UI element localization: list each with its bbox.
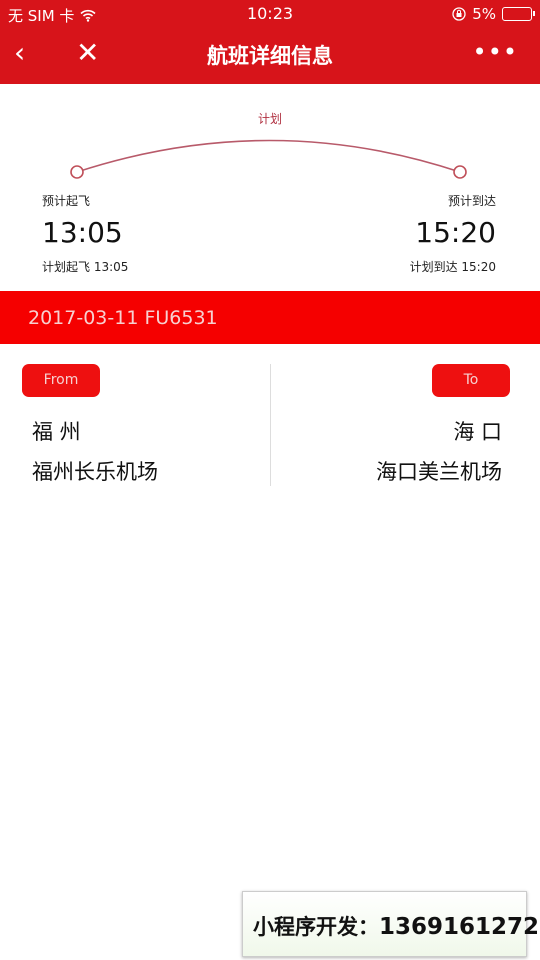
departure-label: 预计起飞 [42, 194, 91, 208]
flight-plan-panel: 计划 预计起飞 13:05 计划起飞 13:05 预计到达 15:20 计划到达… [0, 84, 540, 290]
arc-path [76, 139, 461, 173]
to-tag: To [432, 364, 510, 397]
arrival-time: 15:20 [415, 216, 496, 249]
departure-scheduled: 计划起飞 13:05 [42, 260, 129, 274]
from-airport: 福州长乐机场 [32, 460, 158, 484]
arrival-point [453, 165, 467, 179]
route-panel: From 福 州 福州长乐机场 To 海 口 海口美兰机场 [0, 344, 540, 494]
to-airport: 海口美兰机场 [376, 460, 502, 484]
battery-percent: 5% [472, 5, 496, 23]
promo-phone: 13691612727 [379, 914, 540, 940]
flight-info-bar: 2017-03-11 FU6531 [0, 291, 540, 344]
promo-label: 小程序开发： [253, 915, 379, 939]
orientation-lock-icon [452, 7, 466, 21]
top-bar: 无 SIM 卡 10:23 5% ‹ ✕ 航班详细信息 ••• [0, 0, 540, 84]
departure-point [70, 165, 84, 179]
arrival-scheduled: 计划到达 15:20 [409, 260, 496, 274]
more-button[interactable]: ••• [473, 38, 518, 66]
promo-banner: 小程序开发：13691612727 [242, 891, 540, 957]
arrival-label: 预计到达 [447, 194, 496, 208]
departure-time: 13:05 [42, 216, 123, 249]
plan-label: 计划 [257, 112, 282, 126]
status-bar: 无 SIM 卡 10:23 5% [0, 0, 540, 28]
from-tag: From [22, 364, 100, 397]
nav-bar: ‹ ✕ 航班详细信息 ••• [0, 28, 540, 82]
divider [270, 364, 271, 486]
from-city: 福 州 [32, 420, 81, 444]
to-city: 海 口 [453, 420, 502, 444]
battery-icon [502, 7, 535, 21]
page-title: 航班详细信息 [207, 44, 333, 68]
flight-arc [70, 139, 467, 179]
